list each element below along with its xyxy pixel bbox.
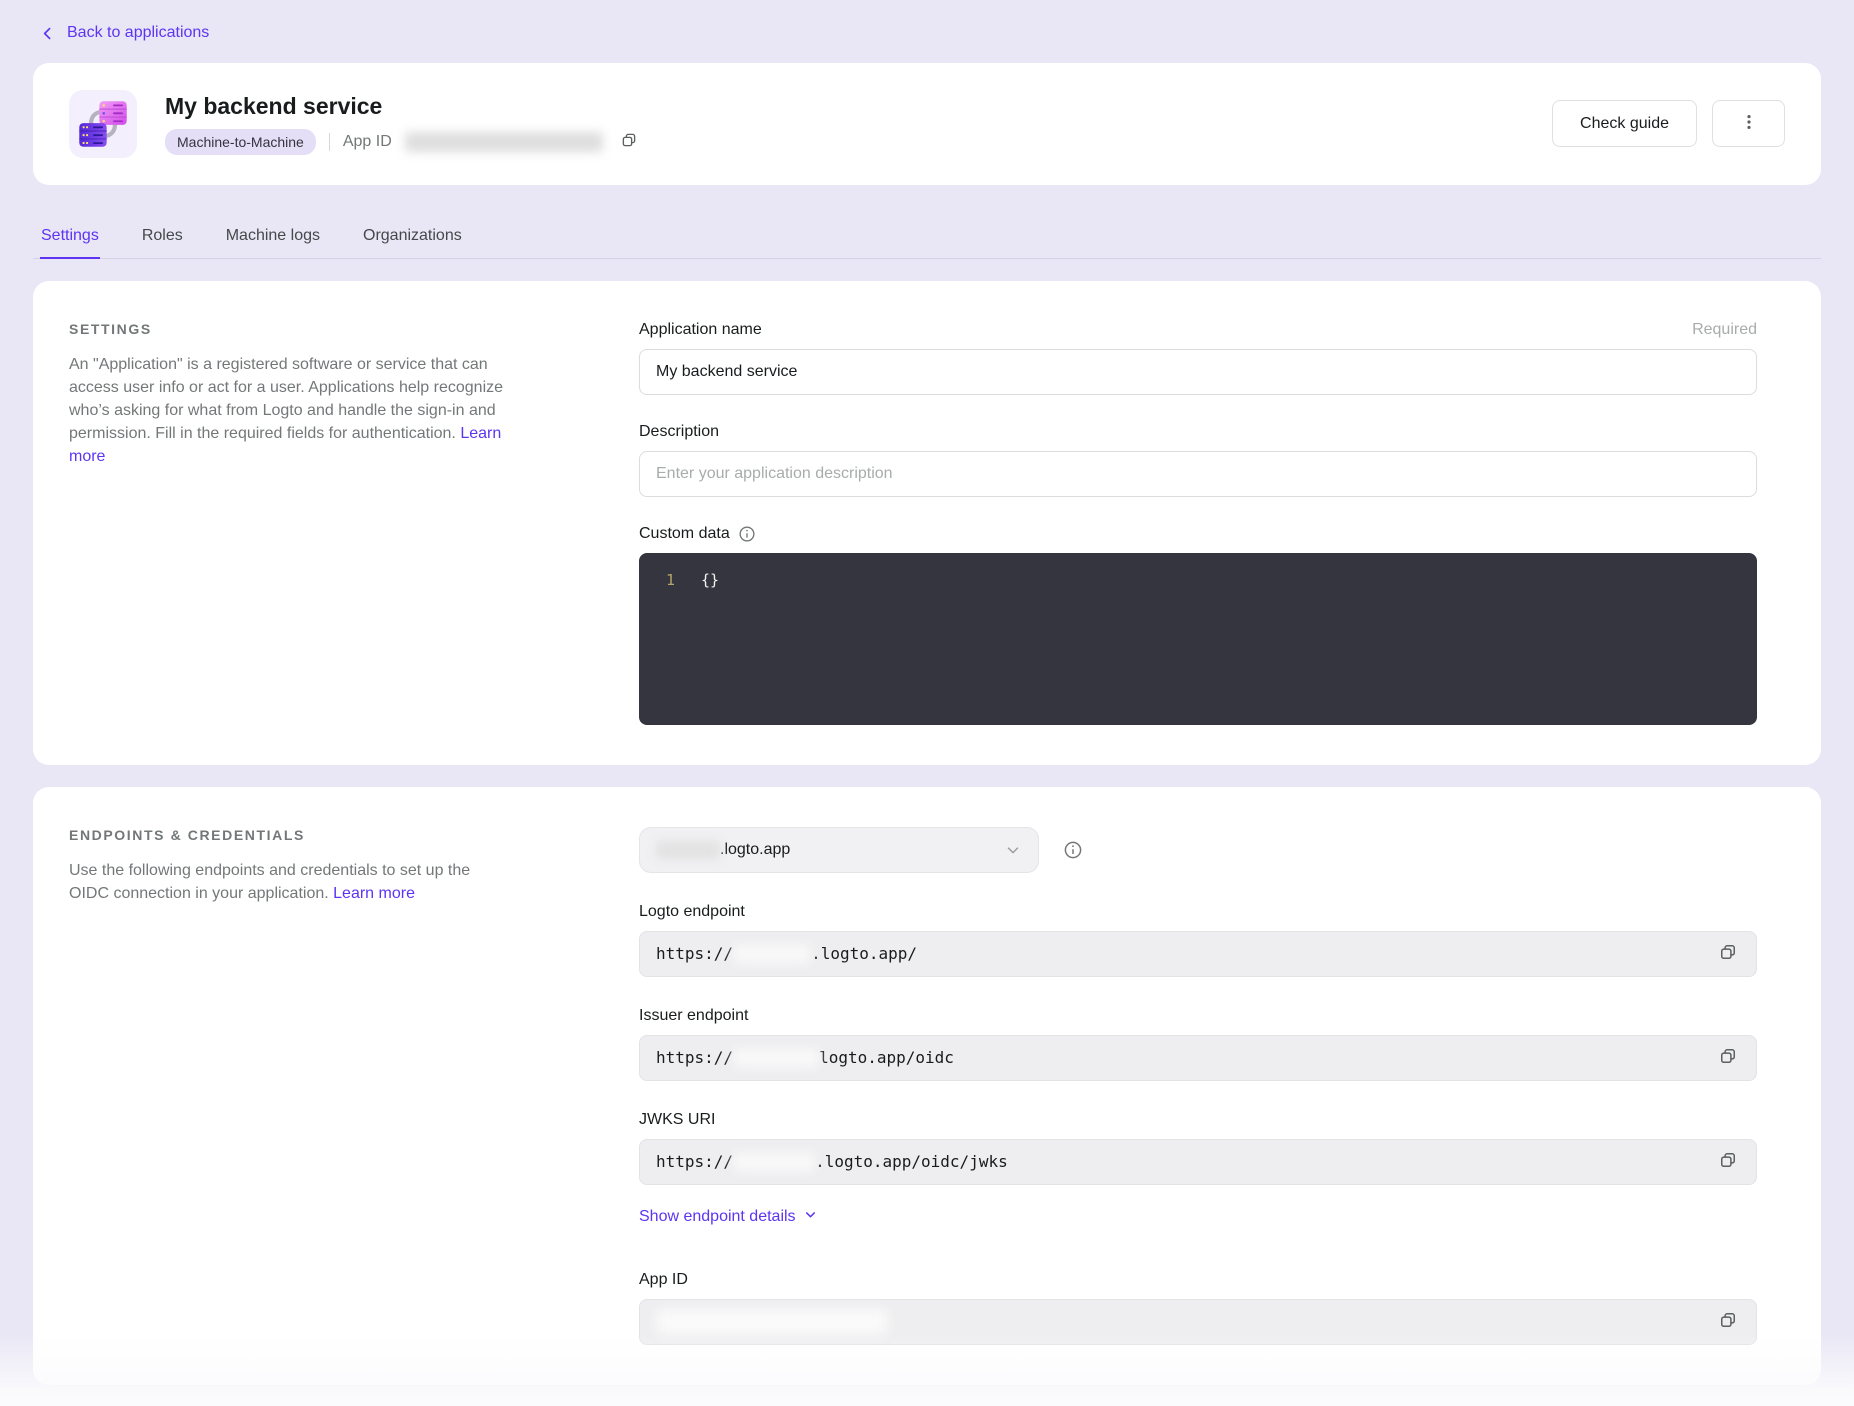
- app-type-badge: Machine-to-Machine: [165, 129, 316, 155]
- chevron-left-icon: [39, 25, 56, 42]
- copy-icon: [1718, 942, 1738, 965]
- custom-data-info-icon[interactable]: [738, 525, 756, 543]
- copy-icon: [1718, 1046, 1738, 1069]
- app-header-card: My backend service Machine-to-Machine Ap…: [33, 63, 1821, 185]
- custom-data-editor[interactable]: 1 {}: [639, 553, 1757, 725]
- copy-app-id-field-button[interactable]: [1716, 1308, 1740, 1335]
- copy-app-id-button[interactable]: [618, 129, 640, 154]
- application-name-field-group: Application name Required: [639, 321, 1757, 395]
- meta-divider: [329, 133, 330, 151]
- back-row: Back to applications: [33, 0, 1821, 63]
- header-actions: Check guide: [1552, 100, 1785, 147]
- copy-logto-endpoint-button[interactable]: [1716, 940, 1740, 967]
- app-id-label: App ID: [343, 133, 392, 151]
- jwks-uri-label: JWKS URI: [639, 1111, 715, 1129]
- tab-organizations[interactable]: Organizations: [362, 227, 463, 259]
- logto-endpoint-label: Logto endpoint: [639, 903, 745, 921]
- domain-select[interactable]: .logto.app: [639, 827, 1039, 873]
- app-meta-row: Machine-to-Machine App ID: [165, 129, 1524, 155]
- tab-roles[interactable]: Roles: [141, 227, 184, 259]
- copy-icon: [1718, 1150, 1738, 1173]
- description-input[interactable]: [639, 451, 1757, 497]
- jwks-uri-field: https:// .logto.app/oidc/jwks: [639, 1139, 1757, 1185]
- application-name-input[interactable]: [639, 349, 1757, 395]
- app-id-group: App ID: [639, 1271, 1757, 1345]
- logto-endpoint-field: https:// .logto.app/: [639, 931, 1757, 977]
- app-id-redacted: [656, 1309, 888, 1335]
- required-badge: Required: [1692, 321, 1757, 339]
- settings-form: Application name Required Description Cu…: [639, 321, 1785, 725]
- code-content: {}: [701, 569, 719, 591]
- back-link-label: Back to applications: [67, 24, 209, 42]
- domain-value-redacted: [656, 841, 720, 859]
- copy-icon: [620, 131, 638, 152]
- domain-info-icon[interactable]: [1063, 840, 1083, 860]
- endpoints-section-intro: ENDPOINTS & CREDENTIALS Use the followin…: [69, 827, 509, 905]
- app-header-info: My backend service Machine-to-Machine Ap…: [165, 93, 1524, 155]
- endpoints-section-description: Use the following endpoints and credenti…: [69, 859, 509, 905]
- description-field-group: Description: [639, 423, 1757, 497]
- back-link[interactable]: Back to applications: [39, 24, 209, 42]
- endpoints-learn-more-link[interactable]: Learn more: [333, 885, 415, 902]
- chevron-down-icon: [803, 1207, 818, 1227]
- settings-card: SETTINGS An "Application" is a registere…: [33, 281, 1821, 765]
- app-id-value-redacted: [405, 132, 603, 152]
- description-label: Description: [639, 423, 719, 441]
- check-guide-button[interactable]: Check guide: [1552, 100, 1697, 147]
- tenant-id-redacted: [733, 1048, 819, 1068]
- domain-suffix: .logto.app: [720, 841, 790, 859]
- custom-data-label: Custom data: [639, 525, 730, 543]
- jwks-uri-group: JWKS URI https:// .logto.app/oidc/jwks: [639, 1111, 1757, 1185]
- copy-issuer-endpoint-button[interactable]: [1716, 1044, 1740, 1071]
- kebab-icon: [1739, 112, 1759, 135]
- show-endpoint-details-link[interactable]: Show endpoint details: [639, 1207, 818, 1227]
- issuer-endpoint-field: https:// logto.app/oidc: [639, 1035, 1757, 1081]
- logto-endpoint-group: Logto endpoint https:// .logto.app/: [639, 903, 1757, 977]
- application-name-label: Application name: [639, 321, 762, 339]
- endpoints-card: ENDPOINTS & CREDENTIALS Use the followin…: [33, 787, 1821, 1385]
- custom-data-field-group: Custom data 1 {}: [639, 525, 1757, 725]
- app-logo-icon: [69, 90, 137, 158]
- domain-select-row: .logto.app: [639, 827, 1757, 873]
- tab-settings[interactable]: Settings: [40, 227, 100, 259]
- settings-section-intro: SETTINGS An "Application" is a registere…: [69, 321, 509, 468]
- issuer-endpoint-label: Issuer endpoint: [639, 1007, 748, 1025]
- endpoints-form: .logto.app Logto endpoint https://: [639, 827, 1785, 1345]
- tab-bar: Settings Roles Machine logs Organization…: [33, 227, 1821, 259]
- endpoints-section-heading: ENDPOINTS & CREDENTIALS: [69, 827, 509, 843]
- app-id-field-label: App ID: [639, 1271, 688, 1289]
- chevron-down-icon: [1004, 841, 1022, 859]
- application-detail-page: Back to applications: [0, 0, 1854, 1406]
- tab-machine-logs[interactable]: Machine logs: [225, 227, 321, 259]
- more-actions-button[interactable]: [1712, 100, 1785, 147]
- app-id-field: [639, 1299, 1757, 1345]
- copy-icon: [1718, 1310, 1738, 1333]
- tenant-id-redacted: [733, 944, 811, 964]
- line-number: 1: [639, 569, 675, 591]
- issuer-endpoint-group: Issuer endpoint https:// logto.app/oidc: [639, 1007, 1757, 1081]
- copy-jwks-uri-button[interactable]: [1716, 1148, 1740, 1175]
- settings-section-description: An "Application" is a registered softwar…: [69, 353, 509, 468]
- page-title: My backend service: [165, 93, 1524, 120]
- tenant-id-redacted: [733, 1152, 815, 1172]
- settings-section-heading: SETTINGS: [69, 321, 509, 337]
